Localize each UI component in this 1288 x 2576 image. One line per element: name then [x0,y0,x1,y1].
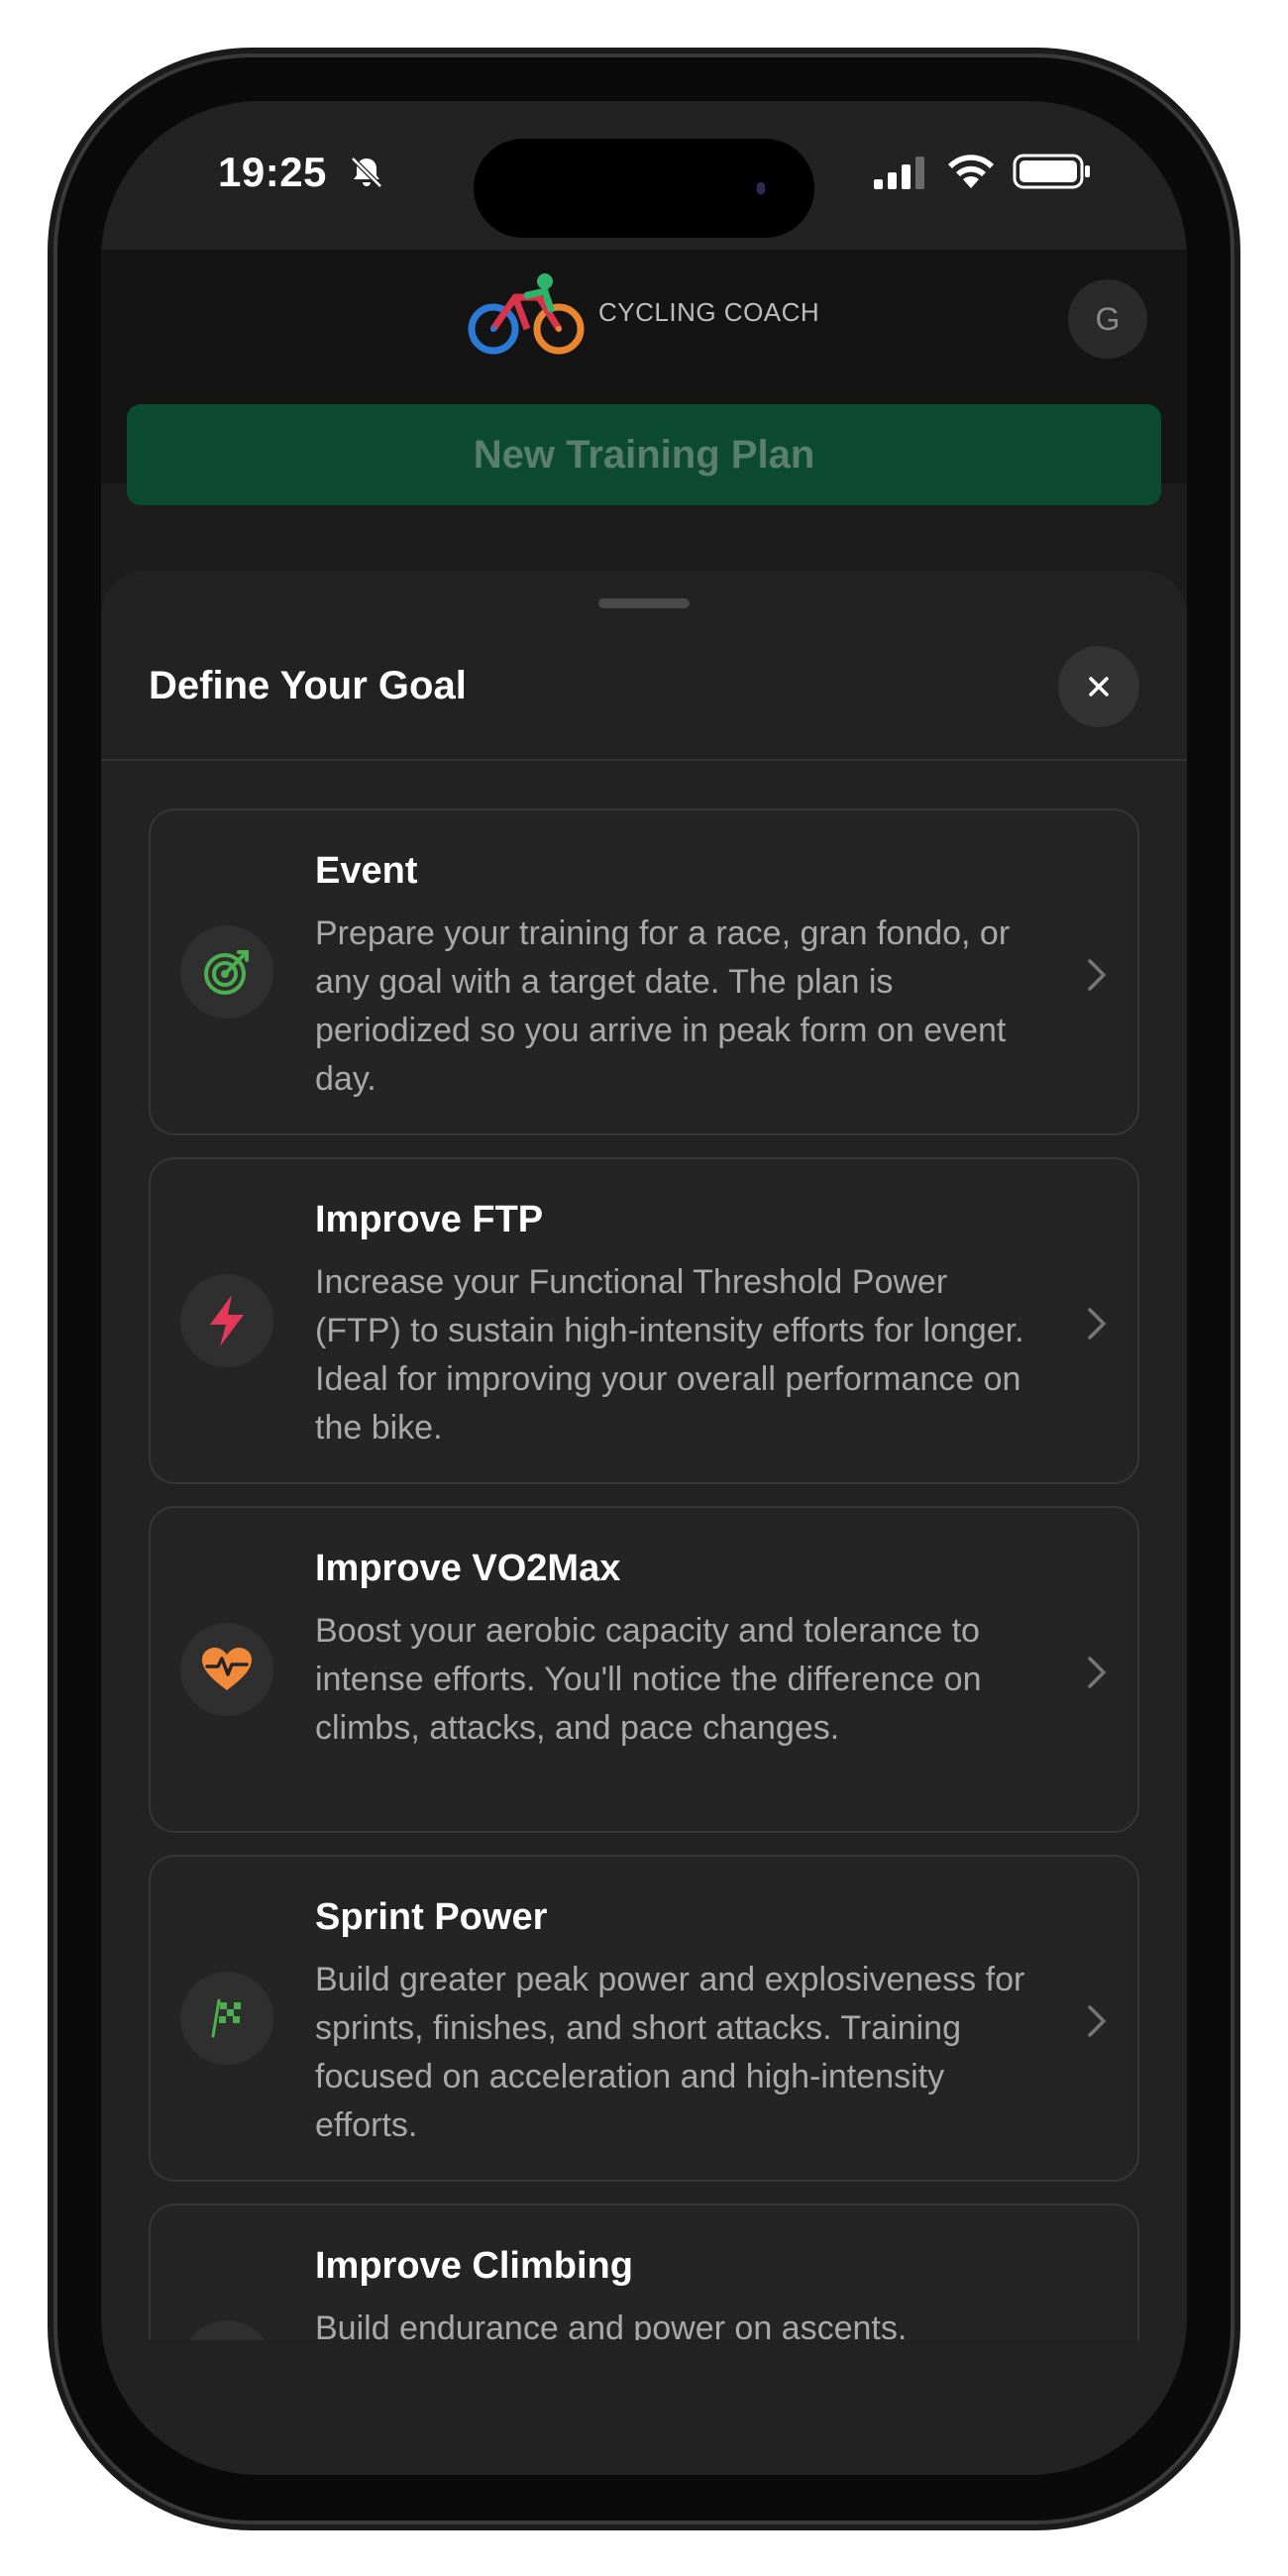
goal-description: Increase your Functional Threshold Power… [315,1263,1024,1447]
sheet-bottom-area [101,2340,1187,2475]
goal-icon-container [180,1972,273,2065]
goal-icon-container [180,1274,273,1367]
goal-description: Build endurance and power on ascents. [315,2309,908,2340]
goal-title: Improve VO2Max [315,1548,621,1589]
status-bar: 19:25 [101,101,1187,250]
cellular-signal-icon [874,157,924,189]
power-button [1231,832,1240,1115]
close-icon [1089,677,1109,697]
goal-icon-container [180,1623,273,1716]
target-icon [204,950,249,995]
camera-indicator [757,182,765,194]
goal-list[interactable]: Event Prepare your training for a race, … [149,808,1139,2340]
new-training-plan-button[interactable]: New Training Plan [127,404,1161,505]
chevron-right-icon [1088,1657,1106,1688]
define-goal-sheet: Define Your Goal Event Prepare your trai… [101,571,1187,2475]
chevron-right-icon [1088,959,1106,991]
bell-slash-icon [351,157,382,188]
app-logo-text: CYCLING COACH [598,297,820,327]
heart-pulse-icon [202,1648,252,1690]
goal-title: Sprint Power [315,1896,548,1938]
checkered-flag-icon [211,1998,241,2038]
goal-title: Event [315,850,418,892]
battery-icon [1013,154,1090,189]
goal-icon-container [180,925,273,1019]
goal-card-improve-ftp[interactable]: Improve FTP Increase your Functional Thr… [149,1157,1139,1484]
volume-down-button [48,1001,57,1174]
volume-up-button [48,768,57,941]
goal-card-improve-climbing[interactable]: Improve Climbing Build endurance and pow… [149,2203,1139,2340]
phone-screen: 19:25 CYCLING COACH G New Training Plan … [101,101,1187,2475]
silent-switch [48,570,57,674]
user-avatar[interactable]: G [1068,279,1147,359]
goal-description: Build greater peak power and explosivene… [315,1961,1025,2144]
status-time: 19:25 [218,149,327,195]
wifi-icon [948,155,994,188]
goal-description: Prepare your training for a race, gran f… [315,914,1011,1098]
chevron-right-icon [1088,2005,1106,2037]
sheet-title: Define Your Goal [149,664,467,707]
goal-icon-container [180,2320,273,2340]
goal-title: Improve Climbing [315,2245,633,2287]
goal-title: Improve FTP [315,1199,544,1240]
chevron-right-icon [1088,1308,1106,1340]
sheet-grabber[interactable] [598,598,690,608]
goal-description: Boost your aerobic capacity and toleranc… [315,1612,982,1747]
goal-card-improve-vo2max[interactable]: Improve VO2Max Boost your aerobic capaci… [149,1506,1139,1833]
close-button[interactable] [1058,646,1139,727]
goal-card-sprint-power[interactable]: Sprint Power Build greater peak power an… [149,1855,1139,2182]
cyclist-logo-icon [468,273,585,355]
lightning-bolt-icon [210,1295,244,1346]
goal-card-event[interactable]: Event Prepare your training for a race, … [149,808,1139,1135]
sheet-divider [101,759,1187,761]
